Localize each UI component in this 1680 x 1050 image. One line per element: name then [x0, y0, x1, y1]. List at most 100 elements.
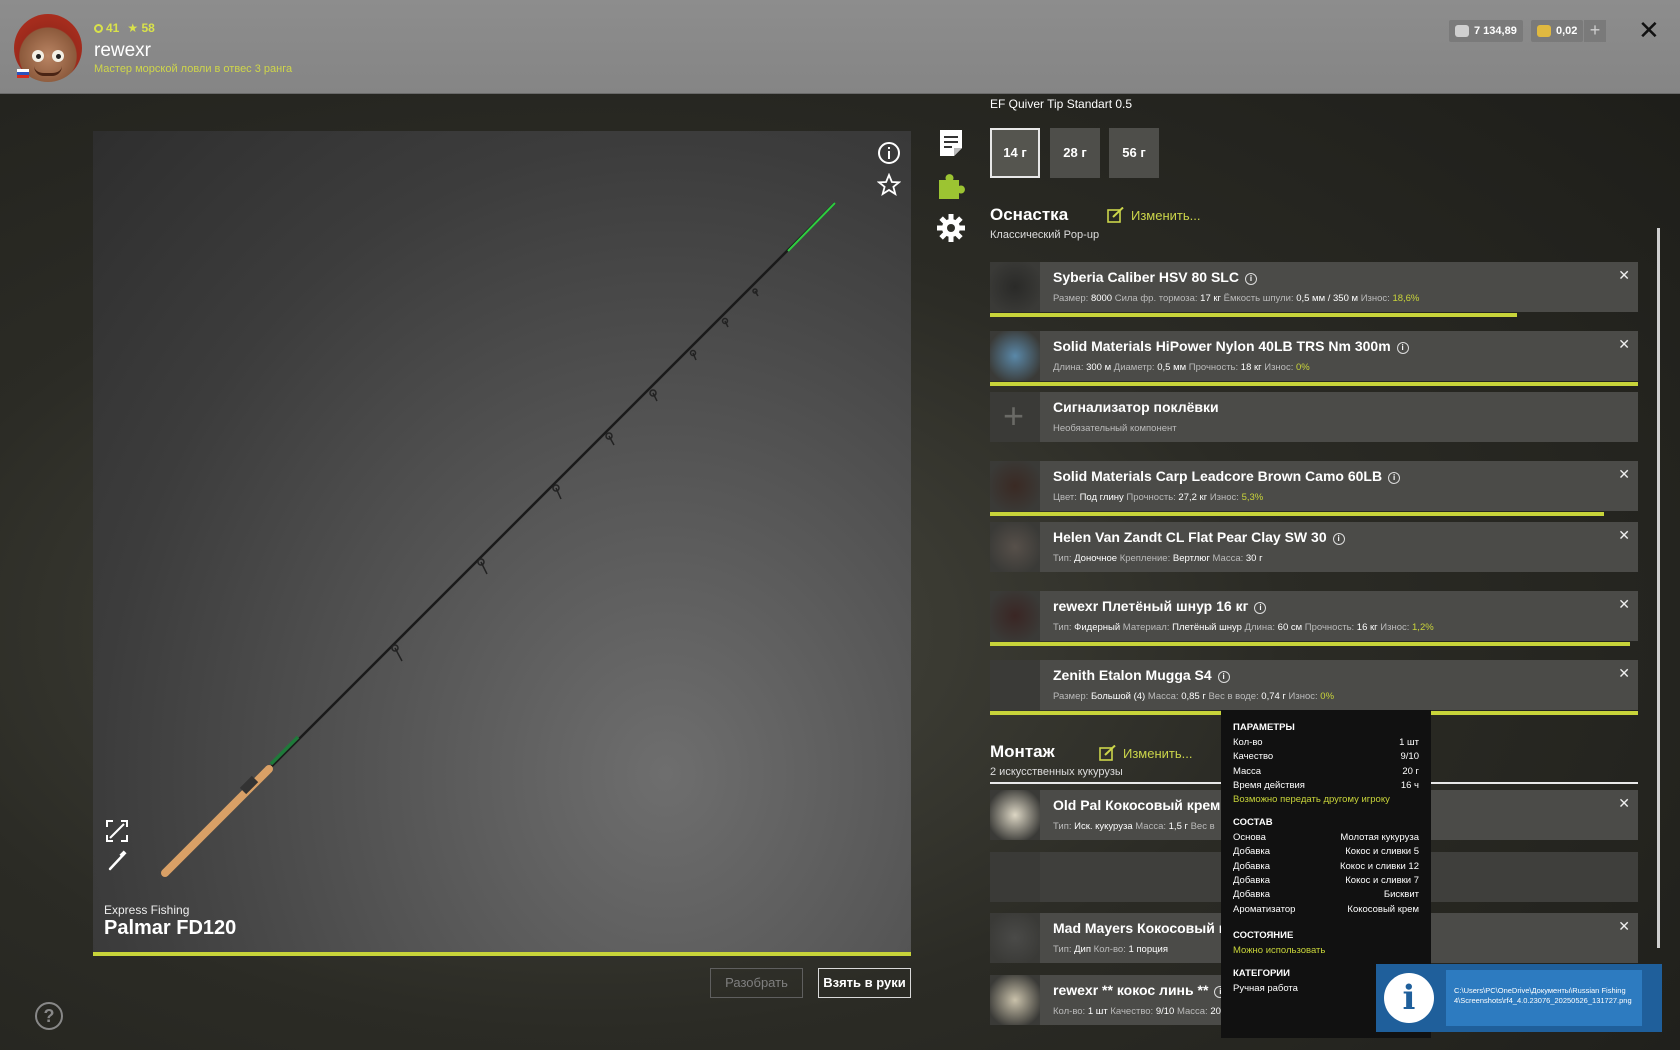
item-stats: Кол-во: 1 шт Качество: 9/10 Масса: 20 г	[1053, 1006, 1227, 1017]
remove-item-icon[interactable]: ✕	[1618, 267, 1630, 284]
remove-item-icon[interactable]: ✕	[1618, 795, 1630, 812]
stat-label: Тип:	[1053, 622, 1072, 633]
info-icon[interactable]: i	[1388, 472, 1401, 484]
stat-label: Прочность:	[1188, 362, 1239, 373]
tooltip-row: Масса 20 г	[1233, 766, 1419, 780]
rod-winding	[269, 735, 300, 766]
stat-label: Тип:	[1053, 821, 1072, 832]
tooltip-row: Кол-во 1 шт	[1233, 737, 1419, 751]
expand-icon[interactable]	[105, 819, 129, 843]
item-card[interactable]: Zenith Etalon Mugga S4 i Размер: Большой (…	[990, 660, 1638, 710]
stat-value: 9/10	[1155, 1006, 1175, 1017]
item-thumbnail	[990, 790, 1040, 840]
rigging-edit-link[interactable]: Изменить...	[1107, 207, 1200, 223]
mounting-edit-link[interactable]: Изменить...	[1099, 745, 1192, 761]
item-name-text: Сигнализатор поклёвки	[1053, 399, 1219, 415]
brush-icon[interactable]	[105, 849, 129, 873]
tooltip-row: Добавка Кокос и сливки 7	[1233, 875, 1419, 889]
info-icon[interactable]: i	[1332, 533, 1345, 545]
item-card[interactable]: Solid Materials Carp Leadcore Brown Camo…	[990, 461, 1638, 511]
tooltip-key: Основа	[1233, 832, 1266, 844]
tooltip-state-title: СОСТОЯНИЕ	[1233, 929, 1294, 941]
item-name-text: Old Pal Кокосовый крем	[1053, 797, 1221, 813]
close-icon[interactable]: ✕	[1638, 16, 1660, 44]
stat-value: Вертлюг	[1172, 553, 1210, 564]
tooltip-key: Добавка	[1233, 875, 1271, 887]
stat-label: Ёмкость шпули:	[1223, 293, 1294, 304]
stat-label: Сила фр. тормоза:	[1114, 293, 1198, 304]
tooltip-row: Время действия 16 ч	[1233, 780, 1419, 794]
star-icon[interactable]	[877, 173, 901, 197]
remove-item-icon[interactable]: ✕	[1618, 527, 1630, 544]
stat-value: 8000	[1090, 293, 1113, 304]
item-name-text: Solid Materials HiPower Nylon 40LB TRS N…	[1053, 338, 1391, 354]
notification-text: C:\Users\PC\OneDrive\Документы\Russian F…	[1446, 970, 1642, 1026]
tooltip-key: Время действия	[1233, 779, 1305, 791]
stat-value: 0,85 г	[1181, 691, 1206, 702]
stat-label: Вес в	[1190, 821, 1215, 832]
tip-weight-28[interactable]: 28 г	[1050, 128, 1100, 178]
tooltip-value: Бисквит	[1383, 889, 1419, 901]
stat-value: 1,2%	[1412, 622, 1434, 633]
disassemble-button[interactable]: Разобрать	[710, 968, 803, 998]
gold-balance: 0,02	[1531, 20, 1584, 42]
stat-label: Тип:	[1053, 944, 1072, 955]
edit-icon	[1099, 745, 1116, 761]
stat-value: Иск. кукуруза	[1074, 821, 1133, 832]
tooltip-value: Кокос и сливки 5	[1345, 846, 1419, 858]
add-icon[interactable]: +	[1003, 395, 1024, 437]
item-card[interactable]: Syberia Caliber HSV 80 SLC i Размер: 8000 …	[990, 262, 1638, 312]
tooltip-value: Кокосовый крем	[1347, 903, 1419, 915]
item-card[interactable]: Solid Materials HiPower Nylon 40LB TRS N…	[990, 331, 1638, 381]
item-name: Solid Materials Carp Leadcore Brown Camo…	[1053, 468, 1401, 484]
avatar-eye	[52, 50, 64, 62]
item-thumbnail	[990, 975, 1040, 1025]
gear-icon[interactable]	[936, 213, 966, 243]
scrollbar[interactable]	[1657, 228, 1660, 948]
level-icon	[94, 24, 103, 33]
rod-preview[interactable]: Express Fishing Palmar FD120	[93, 131, 911, 955]
tooltip-value: Кокос и сливки 12	[1339, 860, 1419, 872]
item-card[interactable]: Helen Van Zandt CL Flat Pear Clay SW 30 i…	[990, 522, 1638, 572]
stat-value: Фидерный	[1074, 622, 1121, 633]
item-name-text: Mad Mayers Кокосовый н	[1053, 920, 1228, 936]
info-icon[interactable]: i	[1254, 602, 1267, 614]
item-card[interactable]: + Сигнализатор поклёвки Необязательный ком…	[990, 392, 1638, 442]
item-name: Сигнализатор поклёвки	[1053, 399, 1219, 415]
plus-icon[interactable]: +	[1584, 20, 1606, 42]
stat-label: Вес в воде:	[1208, 691, 1259, 702]
notes-icon[interactable]	[936, 128, 966, 158]
info-icon[interactable]	[877, 141, 901, 165]
stat-value: Плетёный шнур	[1172, 622, 1242, 633]
info-icon[interactable]: i	[1244, 273, 1257, 285]
remove-item-icon[interactable]: ✕	[1618, 336, 1630, 353]
help-icon[interactable]: ?	[35, 1002, 63, 1030]
stat-value: 17 кг	[1200, 293, 1221, 304]
tip-weight-14[interactable]: 14 г	[990, 128, 1040, 178]
top-bar: 41 ★ 58 rewexr Мастер морской ловли в от…	[0, 0, 1680, 94]
puzzle-icon[interactable]	[936, 171, 966, 201]
item-name-text: Solid Materials Carp Leadcore Brown Camo…	[1053, 468, 1383, 484]
tooltip-value: 16 ч	[1400, 779, 1419, 791]
tooltip-key: Ароматизатор	[1233, 903, 1296, 915]
tooltip-params-title: ПАРАМЕТРЫ	[1233, 722, 1295, 733]
stat-label: Длина:	[1053, 362, 1084, 373]
take-in-hands-button[interactable]: Взять в руки	[818, 968, 911, 998]
rigging-subtitle: Классический Pop-up	[990, 229, 1100, 241]
stat-value: Под глину	[1079, 492, 1124, 503]
tip-weight-56[interactable]: 56 г	[1109, 128, 1159, 178]
stat-label: Кол-во:	[1053, 1006, 1086, 1017]
rod-guides	[391, 288, 759, 662]
remove-item-icon[interactable]: ✕	[1618, 918, 1630, 935]
silver-coin-icon	[1455, 25, 1469, 37]
remove-item-icon[interactable]: ✕	[1618, 665, 1630, 682]
item-name: Helen Van Zandt CL Flat Pear Clay SW 30 i	[1053, 529, 1345, 545]
screenshot-notification[interactable]: i C:\Users\PC\OneDrive\Документы\Russian…	[1376, 964, 1662, 1032]
remove-item-icon[interactable]: ✕	[1618, 466, 1630, 483]
stat-value: 5,3%	[1241, 492, 1264, 503]
info-icon[interactable]: i	[1217, 671, 1230, 683]
item-card[interactable]: rewexr Плетёный шнур 16 кг i Тип: Фидерный…	[990, 591, 1638, 641]
tooltip-key: Масса	[1233, 765, 1262, 777]
remove-item-icon[interactable]: ✕	[1618, 596, 1630, 613]
info-icon[interactable]: i	[1396, 342, 1409, 354]
